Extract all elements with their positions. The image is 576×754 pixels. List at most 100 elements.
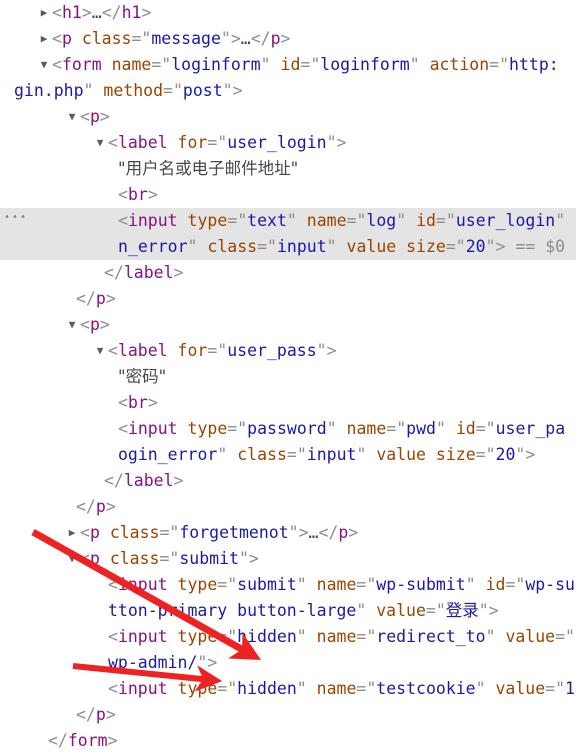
dom-node-row-text-password[interactable]: "密码": [0, 364, 576, 390]
dom-node-row-input-testcookie[interactable]: <input type="hidden" name="testcookie" v…: [0, 676, 576, 702]
token-punct: ": [465, 575, 486, 594]
token-tag: p: [89, 315, 100, 334]
dom-node-markup: <input type="submit" name="wp-submit" id…: [0, 572, 576, 598]
token-val: password: [247, 419, 327, 438]
token-tag: p: [89, 107, 100, 126]
token-val: gin.php: [14, 81, 84, 100]
token-punct: </: [48, 731, 68, 750]
token-punct: =": [475, 419, 496, 438]
token-punct: ">: [316, 341, 337, 360]
dom-node-row-h1[interactable]: <h1>…</h1>: [0, 0, 576, 26]
token-punct: ": [475, 679, 496, 698]
dom-node-row-label-user-pass[interactable]: <label for="user_pass">: [0, 338, 576, 364]
dom-node-row-input-user-pass[interactable]: <input type="password" name="pwd" id="us…: [0, 416, 576, 442]
token-val: user_pa: [495, 419, 566, 438]
token-punct: ": [326, 237, 347, 256]
chevron-down-icon[interactable]: [66, 104, 78, 130]
token-tag: label: [117, 341, 168, 360]
token-val: 20: [495, 445, 516, 464]
dom-node-row-text-username-or-email[interactable]: "用户名或电子邮件地址": [0, 156, 576, 182]
dom-node-row-br-2[interactable]: <br>: [0, 390, 576, 416]
token-punct: ": [326, 419, 347, 438]
dom-node-row-input-wp-submit-wrap[interactable]: tton-primary button-large" value="登录">: [0, 598, 576, 624]
token-attr: class: [81, 29, 132, 48]
chevron-down-icon[interactable]: [94, 130, 106, 156]
dom-node-row-input-user-pass-wrap[interactable]: ogin_error" class="input" value size="20…: [0, 442, 576, 468]
token-punct: >: [99, 107, 110, 126]
token-attr: class: [207, 237, 258, 256]
token-text: …: [240, 29, 251, 48]
dom-node-row-input-redirect-to-wrap[interactable]: wp-admin/">: [0, 650, 576, 676]
dom-node-row-input-wp-submit[interactable]: <input type="submit" name="wp-submit" id…: [0, 572, 576, 598]
dom-node-row-input-user-login[interactable]: ••• <input type="text" name="log" id="use…: [0, 208, 576, 234]
dom-node-row-p-submit[interactable]: <p class="submit">: [0, 546, 576, 572]
token-attr: method: [103, 81, 164, 100]
token-punct: ": [356, 445, 377, 464]
dom-node-row-form-loginform-wrap[interactable]: gin.php" method="post">: [0, 78, 576, 104]
dom-tree-panel[interactable]: <h1>…</h1><p class="message">…</p><form …: [0, 0, 576, 754]
token-punct: ">: [485, 237, 516, 256]
token-val: ogin_error: [118, 445, 218, 464]
dom-node-row-p-user-login-close[interactable]: </p>: [0, 286, 576, 312]
token-punct: <: [108, 679, 118, 698]
token-punct: [100, 549, 110, 568]
token-punct: =": [386, 419, 407, 438]
dom-node-list[interactable]: <h1>…</h1><p class="message">…</p><form …: [0, 0, 576, 754]
token-punct: =": [445, 237, 466, 256]
token-punct: =": [425, 601, 446, 620]
dom-node-row-input-redirect-to[interactable]: <input type="hidden" name="redirect_to" …: [0, 624, 576, 650]
dom-node-row-p-forgetmenot[interactable]: <p class="forgetmenot">…</p>: [0, 520, 576, 546]
dom-node-row-p-user-pass[interactable]: <p>: [0, 312, 576, 338]
chevron-down-icon[interactable]: [38, 52, 50, 78]
chevron-down-icon[interactable]: [66, 546, 78, 572]
chevron-right-icon[interactable]: [38, 26, 50, 52]
dom-node-row-p-user-pass-close[interactable]: </p>: [0, 494, 576, 520]
token-punct: ": [409, 55, 430, 74]
token-tag: p: [89, 549, 100, 568]
token-tag: br: [127, 185, 148, 204]
token-punct: =": [217, 575, 238, 594]
dom-node-row-p-submit-close[interactable]: </p>: [0, 702, 576, 728]
token-text: …: [91, 3, 102, 22]
chevron-right-icon[interactable]: [38, 0, 50, 26]
token-punct: ": [555, 211, 566, 230]
chevron-down-icon[interactable]: [66, 312, 78, 338]
token-tag: input: [127, 419, 178, 438]
token-val: text: [247, 211, 287, 230]
dom-node-row-label-user-login[interactable]: <label for="user_login">: [0, 130, 576, 156]
token-punct: =": [356, 627, 377, 646]
chevron-down-icon[interactable]: [94, 338, 106, 364]
token-punct: >: [105, 705, 116, 724]
token-punct: >: [81, 3, 92, 22]
token-punct: [168, 679, 178, 698]
dom-node-row-label-user-pass-close[interactable]: </label>: [0, 468, 576, 494]
token-punct: ": [217, 445, 238, 464]
dom-node-markup: <input type="password" name="pwd" id="us…: [0, 416, 576, 442]
token-punct: =": [475, 445, 496, 464]
token-val: tton-primary button-large: [108, 601, 357, 620]
token-attr: value: [495, 679, 546, 698]
chevron-right-icon[interactable]: [66, 520, 78, 546]
dom-node-markup: gin.php" method="post">: [0, 78, 576, 104]
dom-node-markup: <p>: [0, 312, 576, 338]
token-val: submit: [179, 549, 239, 568]
token-val: http:: [509, 55, 559, 74]
dom-node-row-p-user-login[interactable]: <p>: [0, 104, 576, 130]
token-tag: input: [117, 627, 168, 646]
dom-node-markup: </form>: [0, 728, 576, 754]
dom-node-row-br-1[interactable]: <br>: [0, 182, 576, 208]
dom-node-markup: n_error" class="input" value size="20"> …: [0, 234, 576, 260]
token-val: hidden: [237, 679, 297, 698]
token-val: wp-submit: [376, 575, 466, 594]
dom-node-markup: <label for="user_pass">: [0, 338, 576, 364]
dom-node-row-form-loginform[interactable]: <form name="loginform" id="loginform" ac…: [0, 52, 576, 78]
dom-node-row-p-message[interactable]: <p class="message">…</p>: [0, 26, 576, 52]
token-val: 登录: [445, 601, 479, 620]
dom-node-row-label-user-login-close[interactable]: </label>: [0, 260, 576, 286]
token-punct: </: [250, 29, 271, 48]
ellipsis-icon[interactable]: •••: [4, 211, 26, 229]
dom-node-row-form-close[interactable]: </form>: [0, 728, 576, 754]
token-tag: input: [117, 575, 168, 594]
dom-node-row-input-user-login-wrap[interactable]: n_error" class="input" value size="20"> …: [0, 234, 576, 260]
token-punct: ">: [197, 653, 218, 672]
